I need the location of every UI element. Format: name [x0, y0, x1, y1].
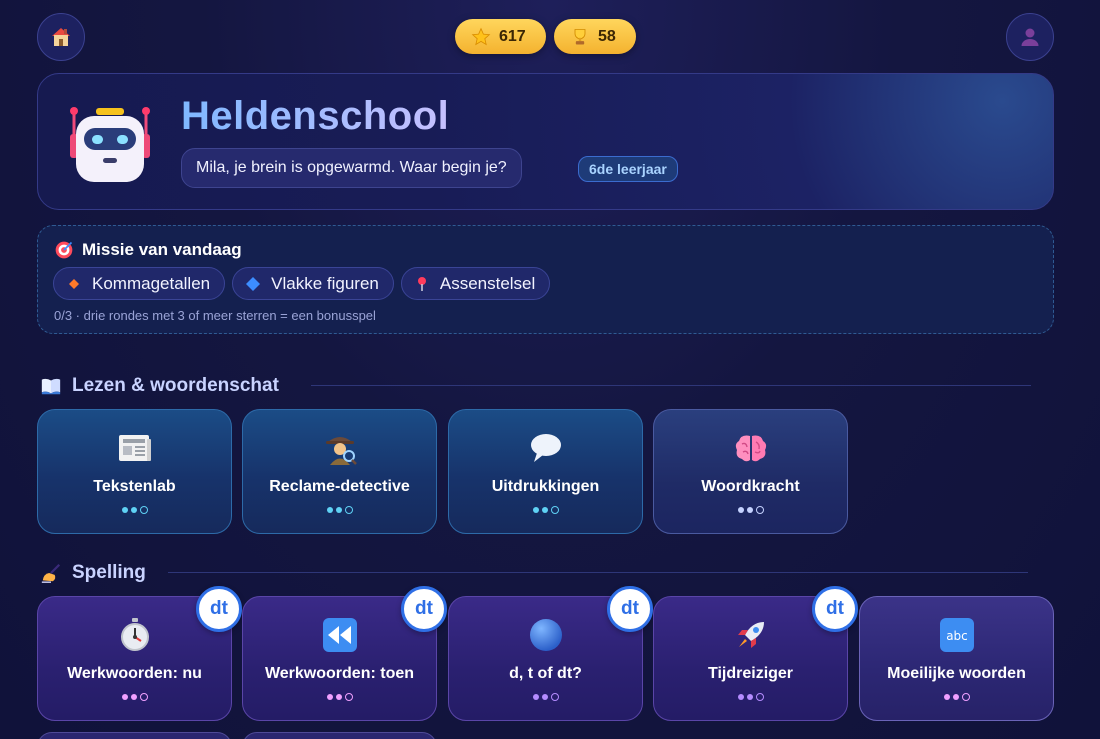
- chip-label: Vlakke figuren: [271, 273, 379, 293]
- section-heading-spelling: Spelling: [40, 562, 146, 584]
- dt-badge: dt: [812, 586, 858, 632]
- progress-dots: [737, 693, 764, 701]
- stars-counter: 617: [455, 19, 546, 54]
- trophy-icon: [574, 28, 586, 44]
- mission-progress-note: 0/3 · drie rondes met 3 of meer sterren …: [54, 308, 376, 323]
- card-tekstenlab[interactable]: Tekstenlab: [37, 409, 232, 534]
- orange-diamond-icon: [69, 278, 79, 289]
- section-divider: [168, 572, 1028, 573]
- detective-icon: [325, 437, 357, 465]
- abc-icon: abc: [939, 618, 974, 652]
- progress-dots: [532, 506, 559, 514]
- progress-dots: [326, 506, 353, 514]
- card-tijdreiziger[interactable]: dt Tijdreiziger: [653, 586, 858, 721]
- card-label: Tijdreiziger: [707, 665, 794, 682]
- home-button[interactable]: [37, 13, 85, 61]
- svg-text:abc: abc: [946, 629, 968, 643]
- progress-dots: [532, 693, 559, 701]
- progress-dots: [943, 693, 970, 701]
- robot-mascot-icon: [70, 107, 150, 182]
- card-label: Tekstenlab: [93, 478, 176, 495]
- progress-dots: [121, 506, 148, 514]
- chip-label: Kommagetallen: [92, 273, 211, 293]
- house-icon: [52, 28, 70, 46]
- speech-bubble-icon: [530, 434, 561, 462]
- user-icon: [1021, 28, 1039, 46]
- stopwatch-icon: [120, 618, 149, 651]
- section-title: Spelling: [72, 562, 146, 583]
- card-werkwoorden-toen[interactable]: dt Werkwoorden: toen: [242, 586, 447, 721]
- progress-dots: [326, 693, 353, 701]
- mission-chip-assenstelsel[interactable]: Assenstelsel: [400, 267, 551, 300]
- top-bar: 617 58: [0, 0, 1100, 74]
- grade-badge: 6de leerjaar: [578, 156, 678, 182]
- card-label: Werkwoorden: nu: [67, 665, 202, 682]
- chip-label: Assenstelsel: [439, 273, 536, 293]
- newspaper-icon: [118, 435, 151, 461]
- section-divider: [311, 385, 1031, 386]
- mission-title: Missie van vandaag: [82, 240, 242, 259]
- card-label: d, t of dt?: [509, 665, 582, 682]
- card-label: Werkwoorden: toen: [264, 665, 415, 682]
- card-partial[interactable]: [37, 732, 232, 739]
- card-uitdrukkingen[interactable]: Uitdrukkingen: [448, 409, 643, 534]
- card-label: Moeilijke woorden: [887, 665, 1026, 682]
- card-d-t-of-dt[interactable]: dt d, t of dt?: [448, 586, 653, 721]
- mission-heading: Missie van vandaag: [54, 240, 242, 260]
- rewind-icon: [322, 618, 357, 652]
- card-moeilijke-woorden[interactable]: abc Moeilijke woorden: [859, 596, 1054, 721]
- open-book-icon: [41, 378, 61, 395]
- section-title: Lezen & woordenschat: [72, 375, 279, 396]
- card-label: Reclame-detective: [269, 478, 410, 495]
- stars-count: 617: [499, 27, 526, 45]
- writing-hand-icon: [41, 563, 61, 583]
- target-icon: [55, 241, 73, 259]
- dt-badge: dt: [607, 586, 653, 632]
- greeting-text: Mila, je brein is opgewarmd. Waar begin …: [196, 159, 507, 176]
- profile-button[interactable]: [1006, 13, 1054, 61]
- blue-circle-icon: [529, 619, 562, 651]
- star-icon: [471, 27, 491, 45]
- rocket-icon: [737, 622, 764, 648]
- card-partial[interactable]: [242, 732, 437, 739]
- card-woordkracht[interactable]: Woordkracht: [653, 409, 848, 534]
- section-heading-reading: Lezen & woordenschat: [40, 375, 279, 397]
- progress-dots: [737, 506, 764, 514]
- mission-chip-kommagetallen[interactable]: Kommagetallen: [53, 267, 226, 300]
- card-reclame-detective[interactable]: Reclame-detective: [242, 409, 437, 534]
- pin-icon: [417, 276, 426, 291]
- page-title: Heldenschool: [181, 94, 450, 138]
- dt-badge: dt: [401, 586, 447, 632]
- card-label: Woordkracht: [701, 478, 800, 495]
- progress-dots: [121, 693, 148, 701]
- trophy-count: 58: [598, 27, 616, 45]
- daily-mission-panel: Missie van vandaag Kommagetallen Vlakke …: [37, 225, 1054, 334]
- mission-chips: Kommagetallen Vlakke figuren Assenstelse…: [53, 267, 551, 300]
- card-label: Uitdrukkingen: [491, 478, 600, 495]
- welcome-panel: Heldenschool Mila, je brein is opgewarmd…: [37, 73, 1054, 210]
- blue-diamond-icon: [246, 276, 261, 291]
- card-werkwoorden-nu[interactable]: dt Werkwoorden: nu: [37, 586, 242, 721]
- mascot-speech-bubble: Mila, je brein is opgewarmd. Waar begin …: [181, 148, 522, 188]
- dt-badge: dt: [196, 586, 242, 632]
- brain-icon: [735, 435, 766, 462]
- trophy-counter: 58: [554, 19, 636, 54]
- mission-chip-vlakke-figuren[interactable]: Vlakke figuren: [232, 267, 394, 300]
